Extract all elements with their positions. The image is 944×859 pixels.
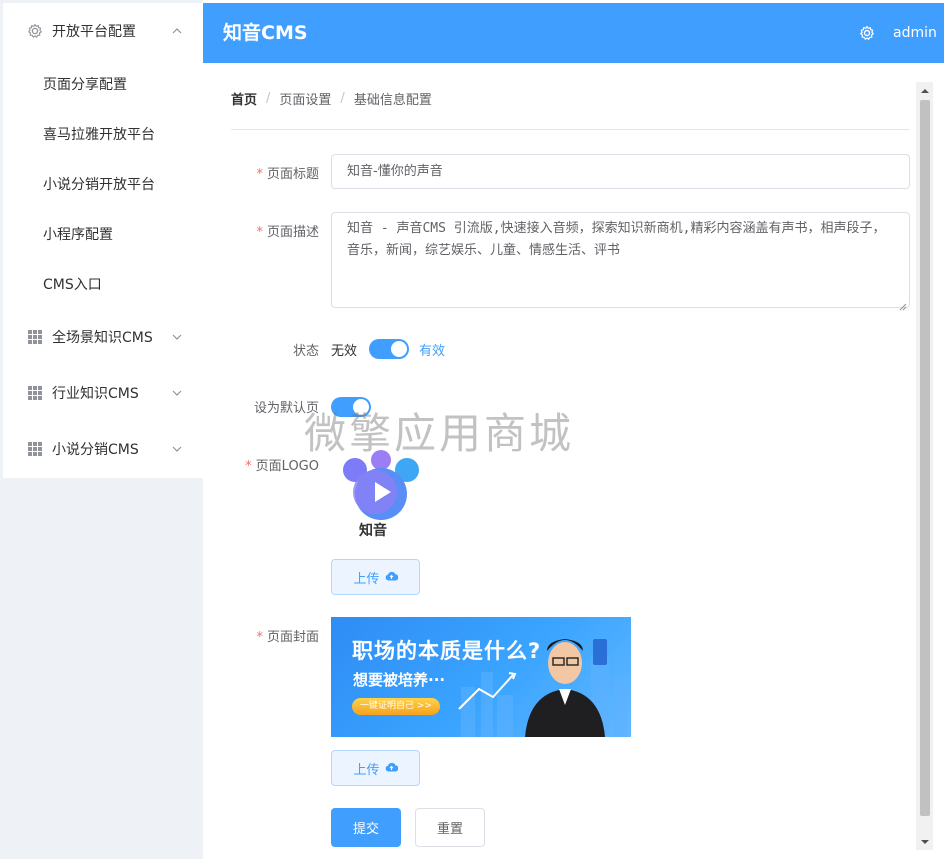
title-label: * 页面标题 bbox=[256, 167, 319, 182]
required-mark: * bbox=[245, 459, 252, 474]
switch-knob bbox=[353, 399, 369, 415]
scroll-up-arrow-icon[interactable] bbox=[916, 82, 933, 99]
settings-gear-icon[interactable] bbox=[859, 25, 875, 41]
logo-upload-button[interactable]: 上传 bbox=[331, 559, 420, 595]
sidebar: 开放平台配置 页面分享配置 喜马拉雅开放平台 小说分销开放平台 小程序配置 CM… bbox=[0, 0, 203, 859]
scroll-down-arrow-icon[interactable] bbox=[916, 833, 933, 850]
description-text: 知音 - 声音CMS 引流版,快速接入音频，探索知识新商机,精彩内容涵盖有声书，… bbox=[347, 221, 886, 258]
cloud-upload-icon bbox=[385, 761, 398, 776]
cover-title: 职场的本质是什么? bbox=[352, 639, 542, 663]
title-input[interactable]: 知音-懂你的声音 bbox=[331, 154, 910, 189]
cover-preview: 职场的本质是什么? 想要被培养··· 一键证明自己 >> bbox=[331, 617, 631, 737]
cover-upload-button[interactable]: 上传 bbox=[331, 750, 420, 786]
default-page-label: 设为默认页 bbox=[253, 401, 319, 416]
menu-industry-cms[interactable]: 行业知识CMS bbox=[3, 365, 203, 421]
sidebar-item-cms-entry[interactable]: CMS入口 bbox=[3, 259, 203, 309]
breadcrumb: 首页 / 页面设置 / 基础信息配置 bbox=[231, 89, 432, 108]
reset-button[interactable]: 重置 bbox=[415, 808, 485, 847]
grid-icon bbox=[27, 441, 43, 457]
required-mark: * bbox=[256, 225, 263, 240]
grid-icon bbox=[27, 329, 43, 345]
top-header: 知音CMS admin bbox=[203, 3, 944, 63]
sidebar-item-label: 喜马拉雅开放平台 bbox=[43, 127, 155, 143]
logo-preview: 知音 bbox=[331, 448, 431, 539]
status-off-text: 无效 bbox=[331, 344, 358, 359]
upload-label: 上传 bbox=[353, 762, 380, 778]
sidebar-item-label: CMS入口 bbox=[43, 277, 102, 293]
grid-icon bbox=[27, 385, 43, 401]
breadcrumb-basic-config: 基础信息配置 bbox=[353, 93, 432, 108]
scrollbar-thumb[interactable] bbox=[920, 100, 930, 816]
chevron-down-icon bbox=[171, 387, 183, 399]
default-page-switch[interactable] bbox=[331, 397, 371, 417]
menu-novel-cms[interactable]: 小说分销CMS bbox=[3, 421, 203, 477]
status-label: 状态 bbox=[292, 344, 319, 359]
cloud-upload-icon bbox=[385, 570, 398, 585]
divider bbox=[231, 129, 910, 130]
switch-knob bbox=[391, 341, 407, 357]
vertical-scrollbar[interactable] bbox=[916, 82, 933, 850]
status-switch[interactable] bbox=[369, 339, 409, 359]
upload-label: 上传 bbox=[353, 571, 380, 587]
breadcrumb-page-settings: 页面设置 bbox=[279, 93, 332, 108]
sidebar-menu: 开放平台配置 页面分享配置 喜马拉雅开放平台 小说分销开放平台 小程序配置 CM… bbox=[3, 3, 203, 478]
sidebar-item-share-config[interactable]: 页面分享配置 bbox=[3, 59, 203, 109]
logo-mark-icon bbox=[343, 450, 419, 520]
breadcrumb-home[interactable]: 首页 bbox=[231, 89, 257, 108]
sidebar-item-himalaya-platform[interactable]: 喜马拉雅开放平台 bbox=[3, 109, 203, 159]
chevron-down-icon bbox=[171, 443, 183, 455]
sidebar-item-label: 页面分享配置 bbox=[43, 77, 127, 93]
menu-label: 全场景知识CMS bbox=[52, 330, 153, 346]
menu-label: 小说分销CMS bbox=[52, 442, 139, 458]
breadcrumb-separator: / bbox=[340, 91, 345, 106]
description-textarea[interactable]: 知音 - 声音CMS 引流版,快速接入音频，探索知识新商机,精彩内容涵盖有声书，… bbox=[331, 212, 910, 311]
menu-label: 开放平台配置 bbox=[52, 24, 136, 40]
menu-open-platform-config[interactable]: 开放平台配置 bbox=[3, 3, 203, 59]
status-on-text: 有效 bbox=[419, 344, 446, 359]
breadcrumb-separator: / bbox=[266, 91, 271, 106]
menu-label: 行业知识CMS bbox=[52, 386, 139, 402]
menu-full-scene-cms[interactable]: 全场景知识CMS bbox=[3, 309, 203, 365]
app-title: 知音CMS bbox=[223, 22, 308, 44]
resize-grip-icon[interactable] bbox=[899, 297, 907, 311]
cover-subtitle: 想要被培养··· bbox=[353, 671, 446, 689]
chevron-down-icon bbox=[171, 331, 183, 343]
sidebar-item-miniprogram-config[interactable]: 小程序配置 bbox=[3, 209, 203, 259]
submit-button[interactable]: 提交 bbox=[331, 808, 401, 847]
cover-label: * 页面封面 bbox=[256, 630, 319, 645]
required-mark: * bbox=[256, 167, 263, 182]
chevron-up-icon bbox=[171, 25, 183, 37]
sidebar-item-novel-platform[interactable]: 小说分销开放平台 bbox=[3, 159, 203, 209]
sidebar-item-label: 小说分销开放平台 bbox=[43, 177, 155, 193]
main-content: 首页 / 页面设置 / 基础信息配置 * 页面标题 知音-懂你的声音 * 页面描述 … bbox=[203, 63, 944, 859]
logo-text: 知音 bbox=[359, 523, 387, 539]
gear-icon bbox=[27, 23, 43, 39]
description-label: * 页面描述 bbox=[256, 225, 319, 240]
logo-label: * 页面LOGO bbox=[245, 459, 319, 474]
cover-cta-badge: 一键证明自己 >> bbox=[352, 698, 440, 715]
sidebar-item-label: 小程序配置 bbox=[43, 227, 113, 243]
required-mark: * bbox=[256, 630, 263, 645]
user-name[interactable]: admin bbox=[893, 3, 937, 63]
